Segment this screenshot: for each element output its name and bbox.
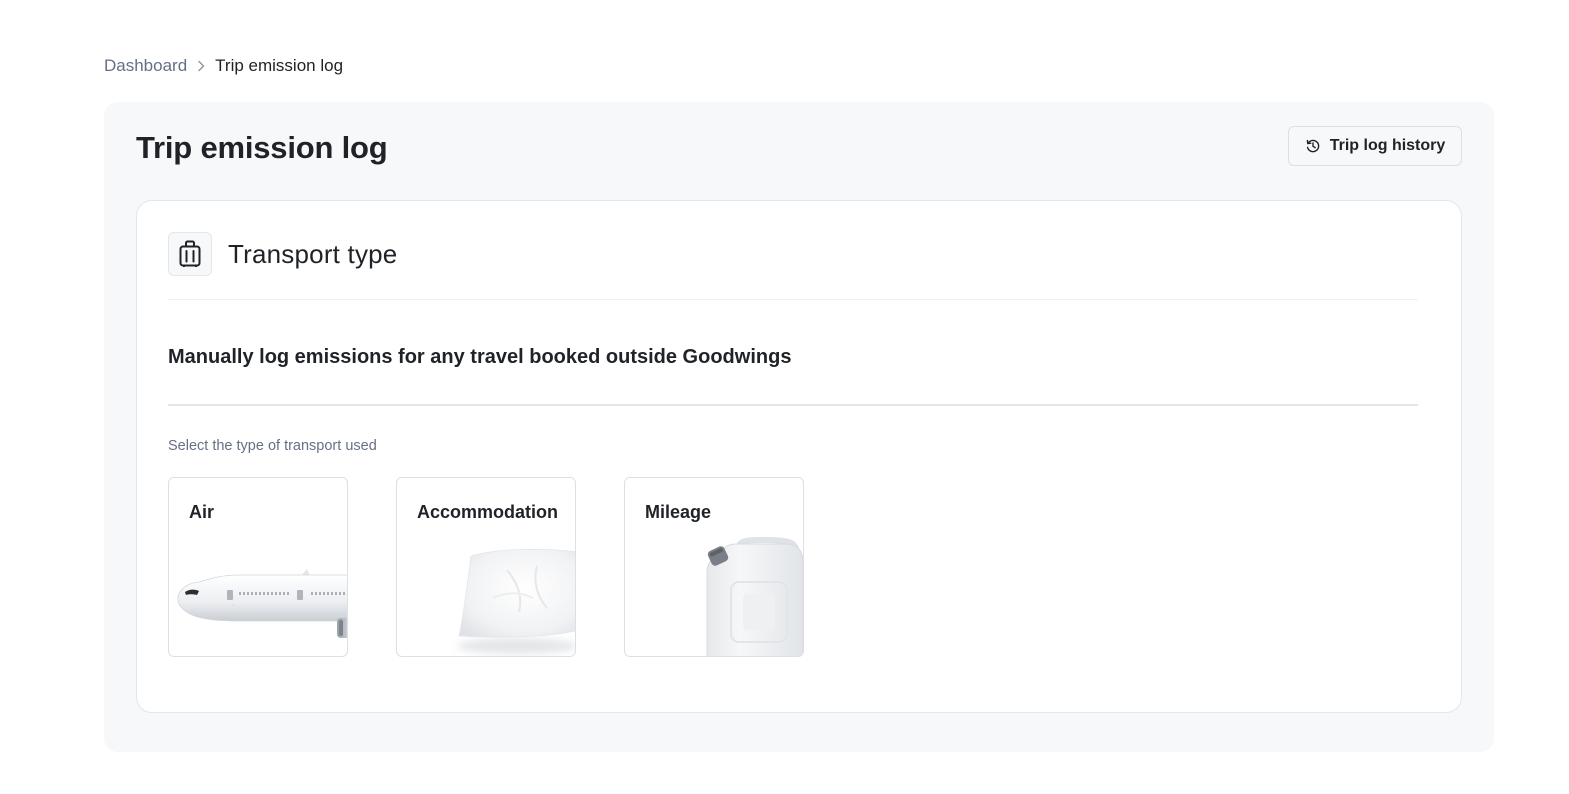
card-header: Transport type [168, 232, 397, 276]
breadcrumb: Dashboard Trip emission log [104, 54, 343, 78]
divider [168, 299, 1418, 300]
card-subtitle: Manually log emissions for any travel bo… [168, 346, 792, 368]
transport-option-accommodation[interactable]: Accommodation [396, 477, 576, 657]
chevron-right-icon [187, 60, 215, 72]
history-icon [1305, 138, 1321, 154]
transport-option-label: Mileage [645, 502, 712, 522]
page-title: Trip emission log [136, 130, 388, 165]
trip-log-history-button[interactable]: Trip log history [1288, 126, 1462, 166]
transport-option-air[interactable]: Air [168, 477, 348, 657]
transport-select-label: Select the type of transport used [168, 438, 377, 454]
transport-option-label: Accommodation [417, 502, 559, 522]
divider [168, 404, 1418, 406]
transport-options: Air Accommodation Mileage [168, 477, 804, 657]
trip-emission-panel: Trip emission log Trip log history Trans… [104, 102, 1494, 752]
transport-type-card: Transport type Manually log emissions fo… [136, 200, 1462, 713]
card-title: Transport type [228, 238, 398, 269]
breadcrumb-current: Trip emission log [215, 56, 344, 75]
trip-log-history-label: Trip log history [1329, 137, 1446, 154]
breadcrumb-dashboard-link[interactable]: Dashboard [104, 56, 187, 76]
transport-option-label: Air [189, 502, 215, 522]
transport-option-mileage[interactable]: Mileage [624, 477, 804, 657]
luggage-icon [168, 232, 212, 276]
